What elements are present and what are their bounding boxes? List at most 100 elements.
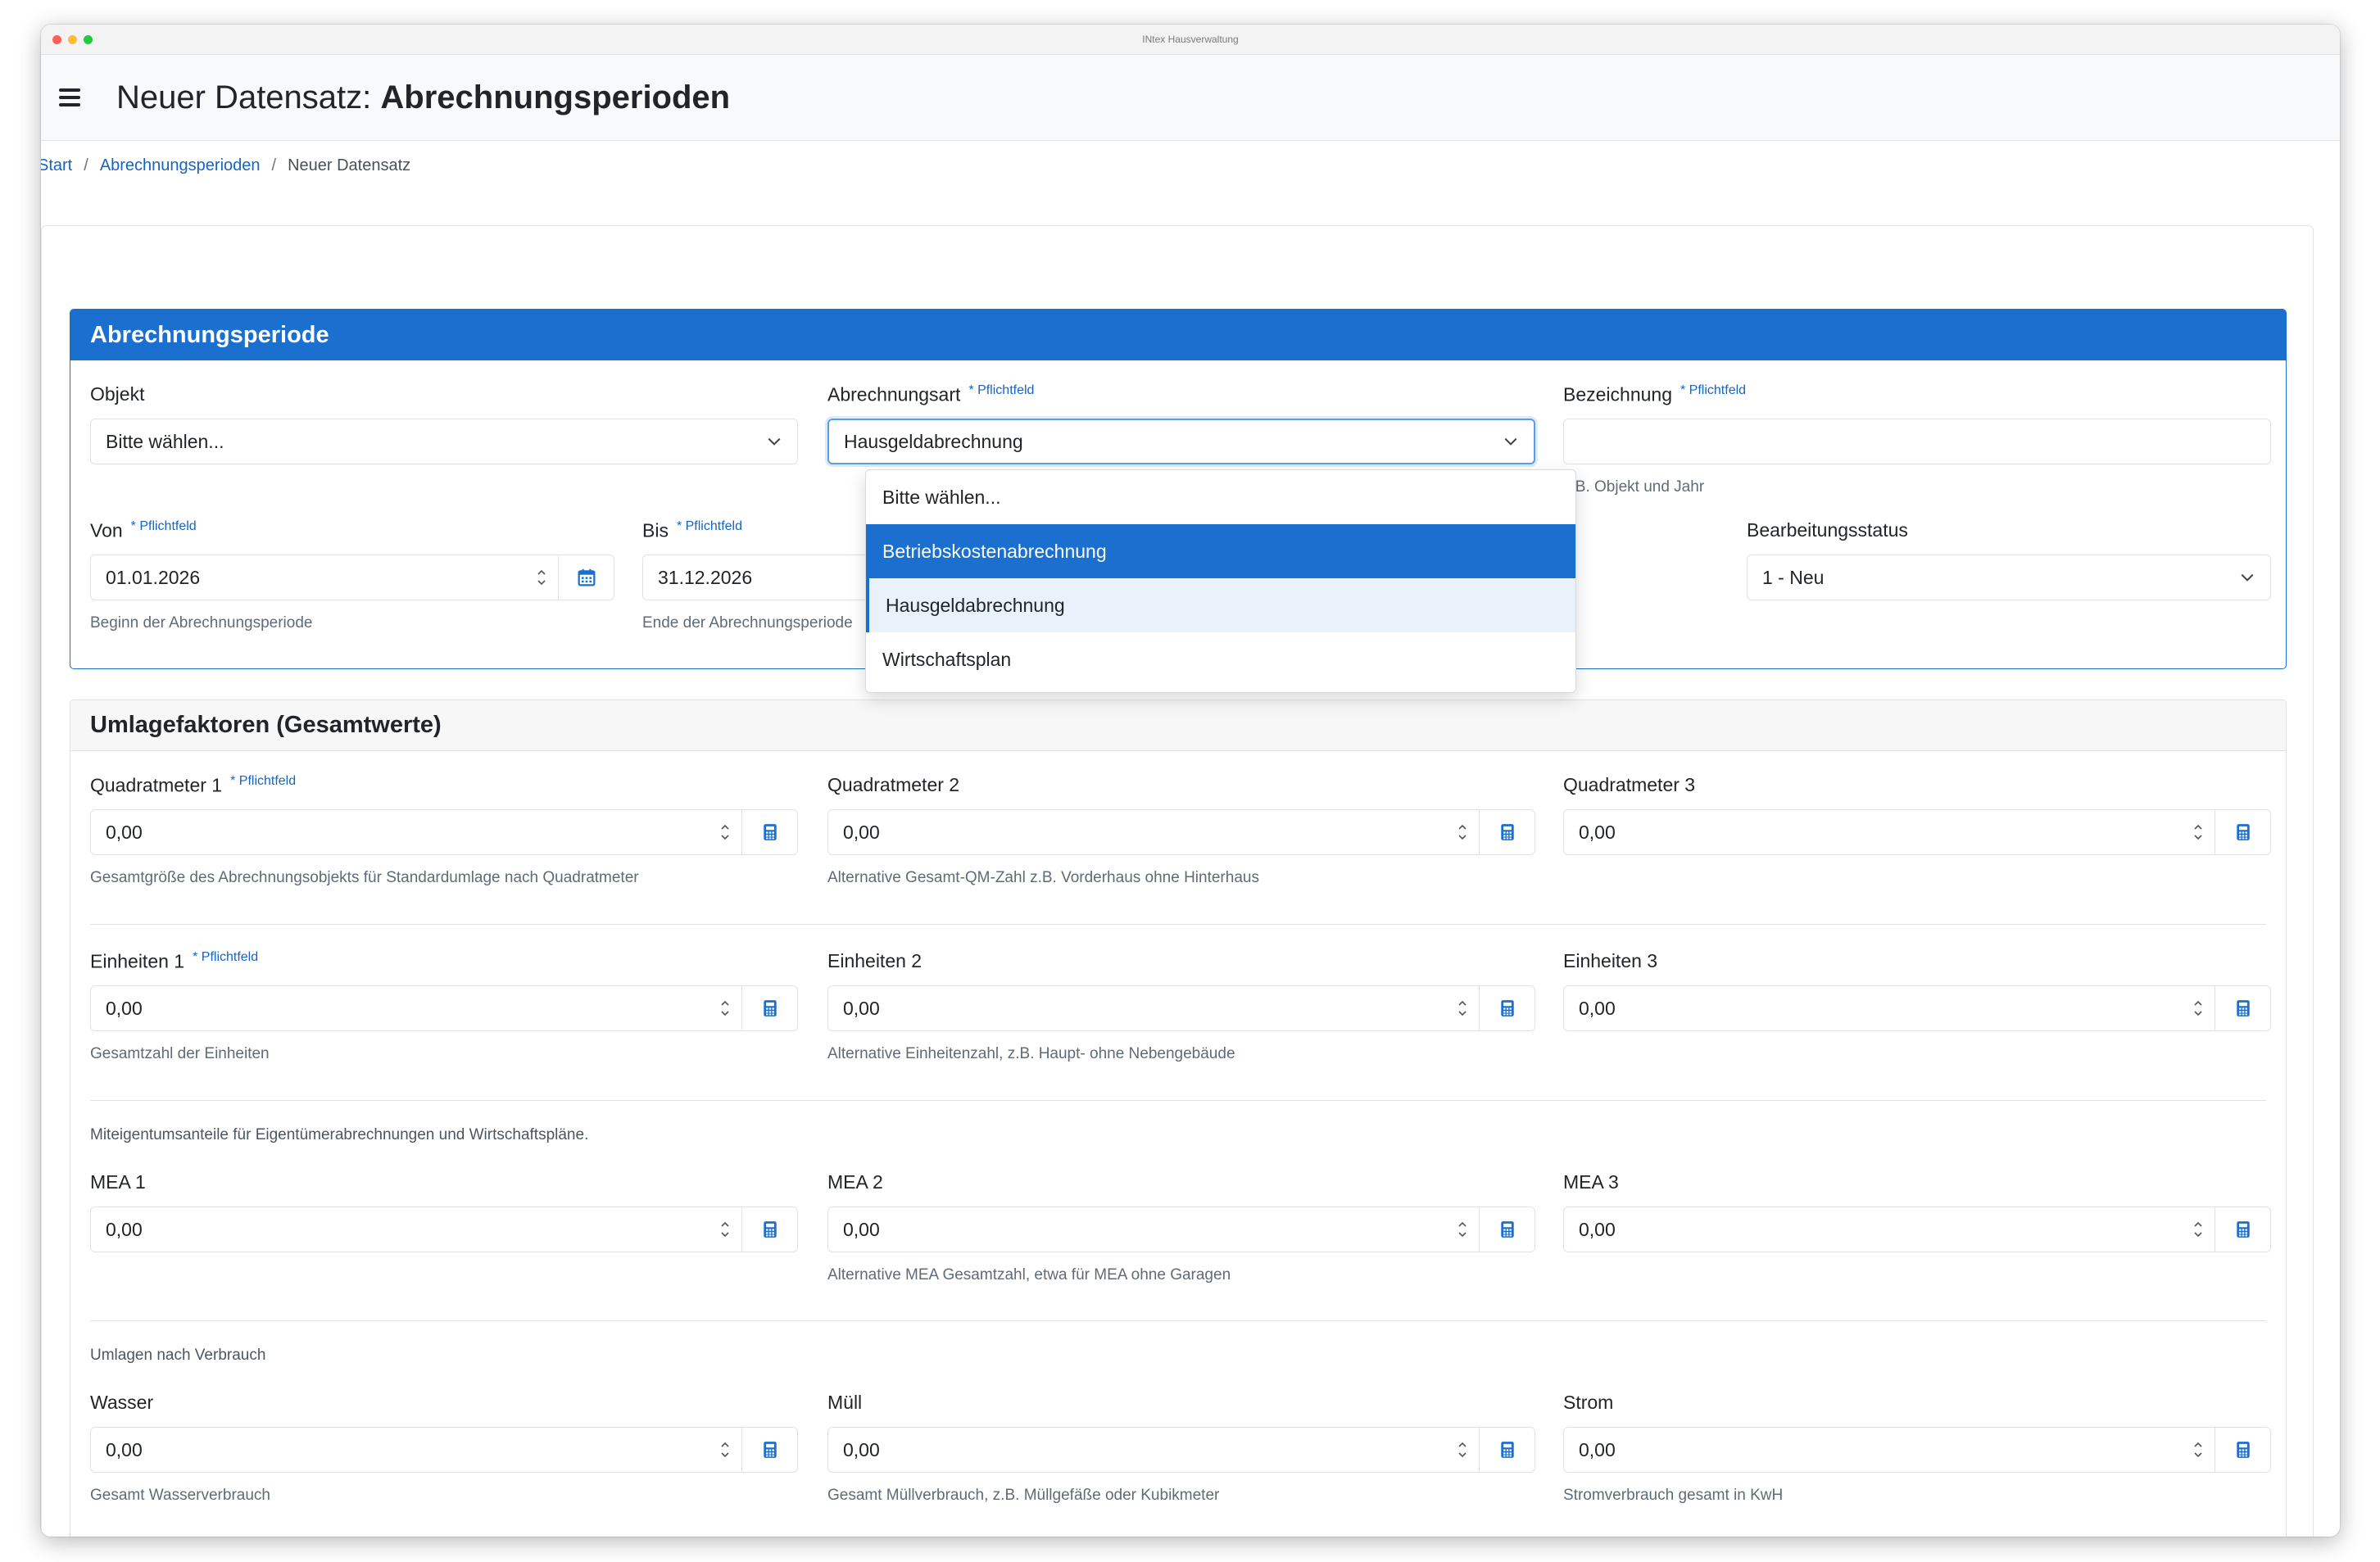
section-divider [90,1320,2266,1321]
dropdown-option-selected[interactable]: Hausgeldabrechnung [866,578,1575,632]
calculator-icon[interactable] [2215,1207,2270,1252]
spinner-icon[interactable] [2182,810,2215,854]
app-window: INtex Hausverwaltung Neuer Datensatz: Ab… [41,25,2340,1537]
breadcrumb-current: Neuer Datensatz [288,156,411,174]
spinner-icon[interactable] [709,1207,741,1252]
title-bar: INtex Hausverwaltung [41,25,2340,55]
spinner-icon[interactable] [2182,1207,2215,1252]
calculator-icon[interactable] [2215,810,2270,854]
qm1-label: Quadratmeter 1 * Pflichtfeld [90,774,297,796]
spinner-icon[interactable] [1446,1428,1479,1472]
breadcrumb-list[interactable]: Abrechnungsperioden [100,156,261,175]
calculator-icon[interactable] [1479,810,1535,854]
chevron-down-icon [1488,437,1534,446]
eh2-input[interactable]: 0,00 [827,985,1535,1031]
abrechnungsart-select[interactable]: Hausgeldabrechnung [827,419,1535,464]
eh3-label: Einheiten 3 [1563,950,1658,971]
qm1-input[interactable]: 0,00 [90,809,798,855]
abrechnungsart-select-value: Hausgeldabrechnung [844,430,1023,452]
status-select[interactable]: 1 - Neu [1747,555,2271,600]
abrechnungsart-dropdown: Bitte wählen... Betriebskostenabrechnung… [865,469,1576,693]
wasser-input[interactable]: 0,00 [90,1427,798,1473]
spinner-icon[interactable] [1446,986,1479,1030]
dropdown-option[interactable]: Wirtschaftsplan [866,632,1575,686]
calculator-icon[interactable] [741,1428,797,1472]
verbrauch-note: Umlagen nach Verbrauch [90,1347,266,1364]
calculator-icon[interactable] [1479,1428,1535,1472]
period-panel-heading: Abrechnungsperiode [70,310,2286,360]
eh2-value: 0,00 [843,997,880,1019]
calculator-icon[interactable] [741,986,797,1030]
qm2-label: Quadratmeter 2 [827,774,960,795]
objekt-select[interactable]: Bitte wählen... [90,419,798,464]
bis-help: Ende der Abrechnungsperiode [642,614,853,632]
form-card: Abrechnungsperiode Objekt Bitte wählen..… [41,225,2314,1537]
status-label: Bearbeitungsstatus [1747,519,1908,541]
eh3-input[interactable]: 0,00 [1563,985,2271,1031]
calculator-icon[interactable] [2215,986,2270,1030]
qm1-help: Gesamtgröße des Abrechnungsobjekts für S… [90,869,639,886]
calculator-icon[interactable] [741,810,797,854]
muell-input[interactable]: 0,00 [827,1427,1535,1473]
mea3-value: 0,00 [1579,1218,1616,1240]
page-title: Neuer Datensatz: Abrechnungsperioden [116,79,730,116]
von-date-input[interactable]: 01.01.2026 [90,555,614,600]
qm2-input[interactable]: 0,00 [827,809,1535,855]
mea1-input[interactable]: 0,00 [90,1207,798,1252]
bezeichnung-input[interactable] [1563,419,2271,464]
muell-value: 0,00 [843,1438,880,1460]
strom-label: Strom [1563,1392,1614,1413]
spinner-icon[interactable] [709,810,741,854]
spinner-icon[interactable] [709,986,741,1030]
required-marker: * Pflichtfeld [230,774,297,788]
eh2-help: Alternative Einheitenzahl, z.B. Haupt- o… [827,1045,1235,1062]
section-divider [90,1100,2266,1101]
spinner-icon[interactable] [2182,1428,2215,1472]
von-help: Beginn der Abrechnungsperiode [90,614,313,632]
strom-value: 0,00 [1579,1438,1616,1460]
calculator-icon[interactable] [741,1207,797,1252]
calculator-icon[interactable] [2215,1428,2270,1472]
factors-panel-heading: Umlagefaktoren (Gesamtwerte) [70,700,2286,751]
eh1-input[interactable]: 0,00 [90,985,798,1031]
status-select-value: 1 - Neu [1762,566,1825,588]
breadcrumb-separator: / [271,156,277,174]
mea2-input[interactable]: 0,00 [827,1207,1535,1252]
section-divider [90,924,2266,925]
spinner-icon[interactable] [2182,986,2215,1030]
breadcrumb-start[interactable]: Start [41,156,72,175]
strom-help: Stromverbrauch gesamt in KwH [1563,1487,1784,1504]
dropdown-option[interactable]: Bitte wählen... [866,470,1575,524]
breadcrumb-separator: / [84,156,88,174]
spinner-icon[interactable] [709,1428,741,1472]
spinner-icon[interactable] [1446,810,1479,854]
mea2-value: 0,00 [843,1218,880,1240]
objekt-select-value: Bitte wählen... [106,430,224,452]
eh2-label: Einheiten 2 [827,950,923,971]
spinner-icon[interactable] [525,555,558,600]
window-title: INtex Hausverwaltung [1142,34,1239,45]
mea2-label: MEA 2 [827,1171,883,1193]
dropdown-option-highlighted[interactable]: Betriebskostenabrechnung [866,524,1575,578]
bis-label: Bis * Pflichtfeld [642,519,742,541]
required-marker: * Pflichtfeld [193,950,259,964]
spinner-icon[interactable] [1446,1207,1479,1252]
required-marker: * Pflichtfeld [130,519,197,533]
qm3-value: 0,00 [1579,821,1616,843]
page-title-prefix: Neuer Datensatz: [116,79,372,115]
qm2-value: 0,00 [843,821,880,843]
breadcrumb: Start / Abrechnungsperioden / Neuer Date… [41,141,2340,190]
strom-input[interactable]: 0,00 [1563,1427,2271,1473]
eh3-value: 0,00 [1579,997,1616,1019]
menu-icon[interactable] [59,88,80,106]
calculator-icon[interactable] [1479,1207,1535,1252]
required-marker: * Pflichtfeld [1680,383,1747,397]
required-marker: * Pflichtfeld [676,519,742,533]
wasser-value: 0,00 [106,1438,143,1460]
muell-help: Gesamt Müllverbrauch, z.B. Müllgefäße od… [827,1487,1220,1504]
calendar-icon[interactable] [558,555,614,600]
wasser-help: Gesamt Wasserverbrauch [90,1487,270,1504]
calculator-icon[interactable] [1479,986,1535,1030]
mea3-input[interactable]: 0,00 [1563,1207,2271,1252]
qm3-input[interactable]: 0,00 [1563,809,2271,855]
